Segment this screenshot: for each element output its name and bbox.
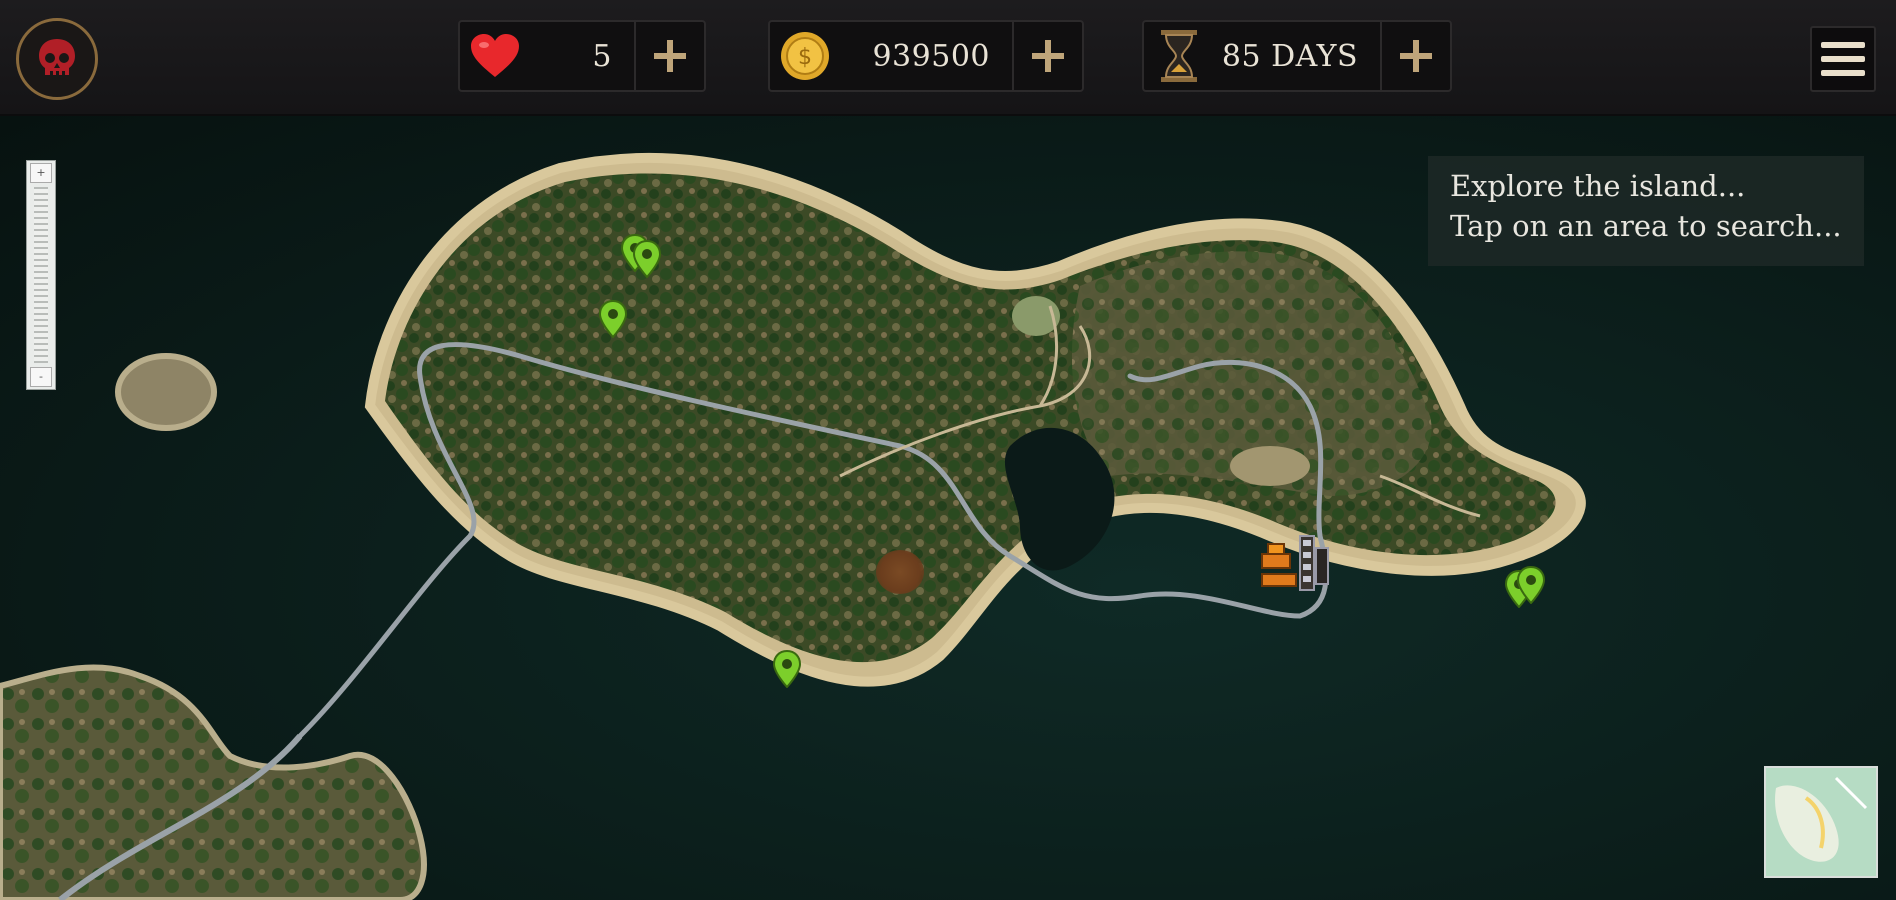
small-islet: [115, 353, 217, 431]
searched-area-marker[interactable]: [876, 550, 924, 594]
lives-value: 5: [592, 38, 612, 74]
lives-counter: 5: [458, 20, 706, 92]
search-pin-icon[interactable]: [632, 240, 662, 278]
zoom-in-button[interactable]: +: [30, 163, 52, 183]
add-coins-button[interactable]: [1012, 22, 1082, 90]
days-counter: 85 DAYS: [1142, 20, 1452, 92]
zoom-track[interactable]: [34, 187, 48, 363]
coin-icon: $: [770, 21, 840, 91]
hamburger-menu-icon: [1821, 42, 1865, 48]
hourglass-icon: [1144, 21, 1214, 91]
zoom-out-button[interactable]: -: [30, 367, 52, 387]
menu-button[interactable]: [1810, 26, 1876, 92]
plus-icon: [654, 40, 686, 72]
hint-line-1: Explore the island...: [1450, 169, 1746, 203]
add-lives-button[interactable]: [634, 22, 704, 90]
add-days-button[interactable]: [1380, 22, 1450, 90]
coins-counter: $ 939500: [768, 20, 1084, 92]
plus-icon: [1032, 40, 1064, 72]
hint-box: Explore the island... Tap on an area to …: [1428, 156, 1864, 266]
zoom-slider[interactable]: + -: [26, 160, 56, 390]
top-hud: 5 $ 939500 85 DAYS: [0, 0, 1896, 116]
days-value: 85 DAYS: [1221, 38, 1358, 74]
search-pin-icon[interactable]: [1516, 566, 1546, 604]
minimap-icon: [1766, 768, 1876, 876]
search-pin-icon[interactable]: [772, 650, 802, 688]
hint-line-2: Tap on an area to search...: [1450, 209, 1842, 243]
minimap-button[interactable]: [1764, 766, 1878, 878]
mainland: [0, 664, 427, 900]
island-map[interactable]: + - Explore the island... Tap on an area…: [0, 116, 1896, 900]
skull-button[interactable]: [16, 18, 98, 100]
plus-icon: [1400, 40, 1432, 72]
skull-icon: [39, 39, 75, 75]
search-pin-icon[interactable]: [598, 300, 628, 338]
camp-equipment-icon[interactable]: [1260, 530, 1332, 596]
coins-value: 939500: [872, 38, 990, 74]
heart-icon: [460, 21, 530, 91]
svg-text:$: $: [798, 45, 812, 70]
clearing: [1230, 446, 1310, 486]
